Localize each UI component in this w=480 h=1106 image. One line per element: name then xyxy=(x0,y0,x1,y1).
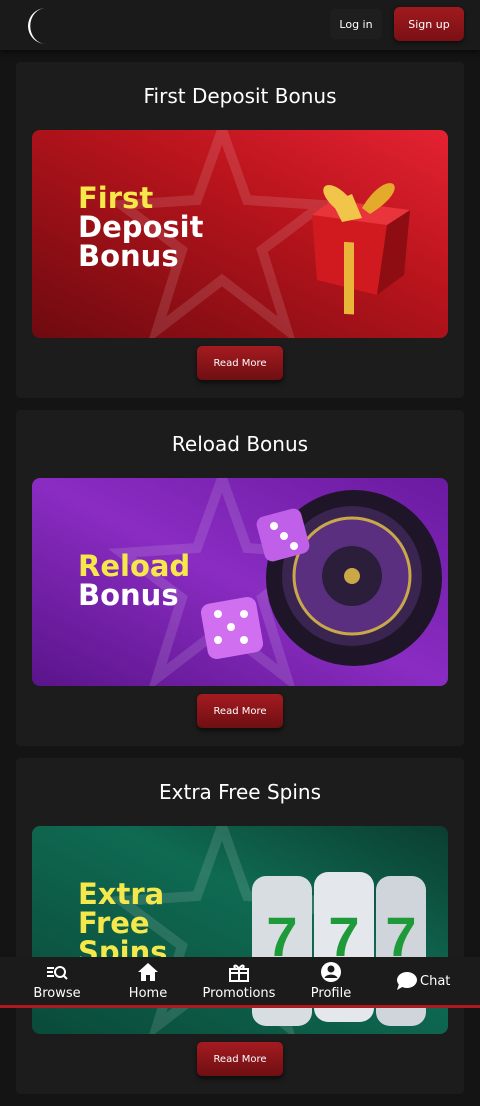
home-icon xyxy=(138,963,158,981)
banner-text: First Deposit Bonus xyxy=(78,184,204,271)
banner-line: Bonus xyxy=(78,239,179,273)
nav-label: Profile xyxy=(310,986,352,1001)
nav-browse[interactable]: Browse xyxy=(17,961,97,1001)
promo-card-first-deposit: First Deposit Bonus First Deposit Bonus … xyxy=(16,62,464,398)
chat-bubble-icon xyxy=(397,972,417,990)
promo-card-reload: Reload Bonus Reload Bonus Read More xyxy=(16,410,464,746)
promo-title: First Deposit Bonus xyxy=(143,84,337,108)
read-more-button[interactable]: Read More xyxy=(197,346,283,380)
banner-line: Bonus xyxy=(78,578,179,612)
nav-profile[interactable]: Profile xyxy=(291,961,371,1001)
nav-label: Promotions xyxy=(202,986,276,1001)
signup-button[interactable]: Sign up xyxy=(394,7,464,41)
gift-box-icon xyxy=(229,964,249,982)
nav-label: Home xyxy=(128,986,168,1001)
promotions-list: First Deposit Bonus First Deposit Bonus … xyxy=(16,62,464,1106)
login-button[interactable]: Log in xyxy=(330,9,382,39)
promo-banner-first-deposit[interactable]: First Deposit Bonus xyxy=(32,130,448,338)
profile-icon xyxy=(321,962,341,982)
banner-line: Free xyxy=(78,906,150,940)
banner-line: First xyxy=(78,181,154,215)
nav-promotions[interactable]: Promotions xyxy=(199,961,279,1001)
chat-button[interactable]: Chat xyxy=(396,971,450,991)
promo-title: Reload Bonus xyxy=(171,432,309,456)
banner-text: Extra Free Spins xyxy=(78,880,168,967)
nav-home[interactable]: Home xyxy=(108,961,188,1001)
top-header: Log in Sign up xyxy=(0,0,480,50)
banner-text: Reload Bonus xyxy=(78,552,190,610)
bottom-nav: Browse Home Promotions Profile Chat xyxy=(0,957,480,1008)
browse-search-icon xyxy=(47,966,68,980)
read-more-button[interactable]: Read More xyxy=(197,694,283,728)
promo-banner-reload[interactable]: Reload Bonus xyxy=(32,478,448,686)
logo-crescent-icon[interactable] xyxy=(22,4,58,48)
promo-title: Extra Free Spins xyxy=(159,780,321,804)
promo-card-extra-spins: Extra Free Spins 7 7 7 Extra Free Spins … xyxy=(16,758,464,1094)
banner-line: Extra xyxy=(78,877,165,911)
chat-label: Chat xyxy=(420,973,451,989)
nav-label: Browse xyxy=(33,986,81,1001)
banner-line: Deposit xyxy=(78,210,204,244)
read-more-button[interactable]: Read More xyxy=(197,1042,283,1076)
banner-line: Reload xyxy=(78,549,191,583)
